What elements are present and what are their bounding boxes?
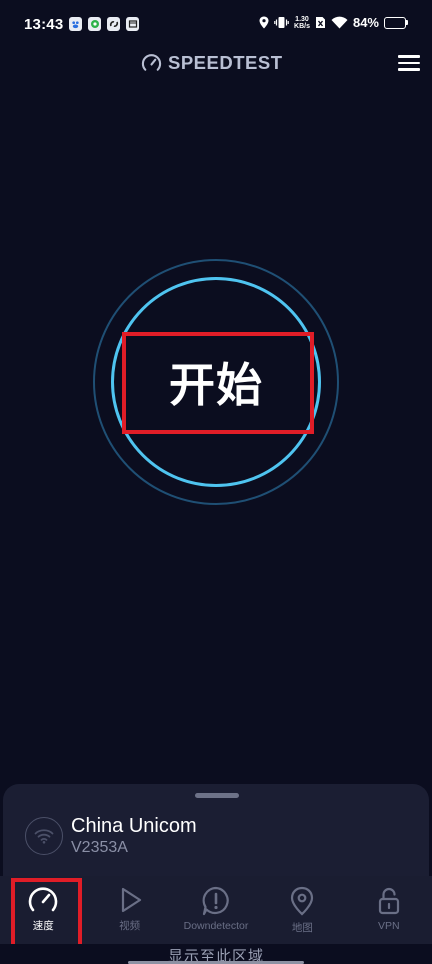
nav-label: 视频 bbox=[119, 920, 141, 932]
status-app-icons bbox=[69, 17, 139, 31]
start-button[interactable]: 开始 bbox=[111, 277, 321, 487]
sheet-drag-handle[interactable] bbox=[195, 793, 239, 798]
net-speed-value: 1.30 bbox=[295, 15, 309, 23]
store-app-icon bbox=[126, 17, 139, 31]
wifi-icon bbox=[331, 16, 348, 29]
battery-tip bbox=[406, 20, 408, 25]
speedtest-screen: 13:43 1.30 KB/s 84% SPEEDTEST 开始 China U… bbox=[0, 0, 432, 964]
nav-label: Downdetector bbox=[183, 920, 249, 932]
link-app-icon bbox=[107, 17, 120, 31]
nav-item-downdetector[interactable]: Downdetector bbox=[173, 876, 259, 944]
gesture-area: 显示至此区域 bbox=[0, 944, 432, 964]
map-pin-icon bbox=[291, 886, 314, 916]
bottom-nav: 速度 视频 Downdetector 地图 VPN bbox=[0, 876, 432, 944]
baidu-app-icon bbox=[69, 17, 82, 31]
net-speed-unit: KB/s bbox=[294, 22, 310, 30]
nav-label: 地图 bbox=[291, 922, 313, 934]
location-icon bbox=[259, 16, 269, 29]
menu-line bbox=[398, 61, 420, 65]
nav-label: 速度 bbox=[32, 920, 54, 932]
unlock-icon bbox=[378, 887, 399, 915]
app-title: SPEEDTEST bbox=[168, 52, 283, 73]
nav-item-speed[interactable]: 速度 bbox=[0, 876, 86, 944]
nav-item-video[interactable]: 视频 bbox=[86, 876, 172, 944]
status-bar: 13:43 1.30 KB/s 84% bbox=[0, 0, 432, 50]
battery-body bbox=[384, 16, 406, 29]
menu-line bbox=[398, 68, 420, 71]
status-time: 13:43 bbox=[24, 16, 64, 33]
battery-percent: 84% bbox=[352, 15, 379, 30]
provider-text: China Unicom V2353A bbox=[71, 814, 197, 858]
start-button-label: 开始 bbox=[169, 359, 263, 411]
speedometer-icon bbox=[141, 53, 162, 71]
app-header: SPEEDTEST bbox=[0, 50, 432, 76]
nav-item-vpn[interactable]: VPN bbox=[346, 876, 432, 944]
status-indicators: 1.30 KB/s 84% bbox=[259, 15, 408, 30]
provider-wifi-icon bbox=[25, 817, 63, 855]
provider-info[interactable]: China Unicom V2353A bbox=[25, 814, 197, 858]
hamburger-menu-icon[interactable] bbox=[396, 53, 422, 73]
vibrate-icon bbox=[274, 17, 289, 28]
provider-name: China Unicom bbox=[71, 815, 197, 837]
nav-label: VPN bbox=[378, 920, 400, 932]
speedometer-icon bbox=[28, 887, 58, 912]
network-speed-icon: 1.30 KB/s bbox=[294, 16, 310, 30]
nav-item-map[interactable]: 地图 bbox=[259, 876, 345, 944]
menu-line bbox=[398, 55, 420, 58]
play-icon bbox=[121, 887, 141, 913]
browser-app-icon bbox=[88, 17, 101, 31]
brand-logo: SPEEDTEST bbox=[141, 52, 283, 74]
battery-icon bbox=[384, 16, 408, 29]
alert-icon bbox=[202, 886, 229, 916]
sim-x-icon bbox=[315, 17, 325, 28]
provider-server: V2353A bbox=[71, 839, 128, 856]
